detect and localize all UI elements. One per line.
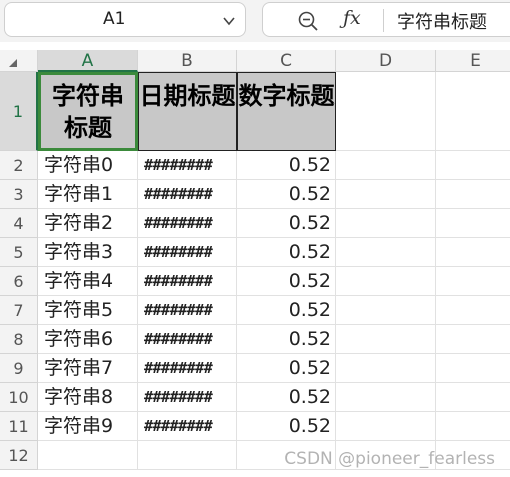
cell-b6[interactable]: ########: [138, 267, 237, 296]
cell-c2[interactable]: 0.52: [237, 151, 336, 180]
row-header-12[interactable]: 12: [0, 441, 38, 470]
row-header-8[interactable]: 8: [0, 325, 38, 354]
cell-d1[interactable]: [336, 72, 436, 151]
column-header-d[interactable]: D: [336, 50, 436, 72]
name-box[interactable]: A1: [4, 2, 246, 37]
cell-d7[interactable]: [336, 296, 436, 325]
cell-b12[interactable]: [138, 441, 237, 470]
row-header-3[interactable]: 3: [0, 180, 38, 209]
cell-a2[interactable]: 字符串0: [38, 151, 138, 180]
zoom-icon[interactable]: [297, 10, 319, 32]
cell-e8[interactable]: [436, 325, 510, 354]
cell-b3[interactable]: ########: [138, 180, 237, 209]
row-header-4[interactable]: 4: [0, 209, 38, 238]
cell-c3[interactable]: 0.52: [237, 180, 336, 209]
cell-b7[interactable]: ########: [138, 296, 237, 325]
cell-e9[interactable]: [436, 354, 510, 383]
cell-a3[interactable]: 字符串1: [38, 180, 138, 209]
header-cell-a[interactable]: 字符串标题: [38, 72, 138, 151]
cell-c5[interactable]: 0.52: [237, 238, 336, 267]
cell-c7[interactable]: 0.52: [237, 296, 336, 325]
cell-e7[interactable]: [436, 296, 510, 325]
cell-c10[interactable]: 0.52: [237, 383, 336, 412]
cell-d5[interactable]: [336, 238, 436, 267]
row-header-10[interactable]: 10: [0, 383, 38, 412]
cell-a5[interactable]: 字符串3: [38, 238, 138, 267]
cell-b4[interactable]: ########: [138, 209, 237, 238]
cell-e5[interactable]: [436, 238, 510, 267]
cell-b9[interactable]: ########: [138, 354, 237, 383]
cell-b8[interactable]: ########: [138, 325, 237, 354]
name-box-value: A1: [103, 9, 126, 29]
cell-d11[interactable]: [336, 412, 436, 441]
cell-c11[interactable]: 0.52: [237, 412, 336, 441]
cell-b11[interactable]: ########: [138, 412, 237, 441]
cell-a11[interactable]: 字符串9: [38, 412, 138, 441]
column-header-e[interactable]: E: [436, 50, 510, 72]
cell-e6[interactable]: [436, 267, 510, 296]
cell-c4[interactable]: 0.52: [237, 209, 336, 238]
cell-b5[interactable]: ########: [138, 238, 237, 267]
cell-a9[interactable]: 字符串7: [38, 354, 138, 383]
cell-a4[interactable]: 字符串2: [38, 209, 138, 238]
function-fx-icon[interactable]: ƒx: [343, 7, 361, 29]
cell-e4[interactable]: [436, 209, 510, 238]
cell-e3[interactable]: [436, 180, 510, 209]
cell-d9[interactable]: [336, 354, 436, 383]
cell-a7[interactable]: 字符串5: [38, 296, 138, 325]
cell-a12[interactable]: [38, 441, 138, 470]
column-header-a[interactable]: A: [38, 50, 138, 72]
row-header-2[interactable]: 2: [0, 151, 38, 180]
formula-divider: [383, 9, 384, 32]
cell-c8[interactable]: 0.52: [237, 325, 336, 354]
header-cell-c[interactable]: 数字标题: [237, 72, 336, 151]
row-header-9[interactable]: 9: [0, 354, 38, 383]
cell-b2[interactable]: ########: [138, 151, 237, 180]
formula-bar[interactable]: ƒx 字符串标题: [262, 2, 510, 37]
cell-e10[interactable]: [436, 383, 510, 412]
formula-toolbar: A1 ƒx 字符串标题: [0, 0, 510, 42]
header-cell-b[interactable]: 日期标题: [138, 72, 237, 151]
cell-c6[interactable]: 0.52: [237, 267, 336, 296]
chevron-down-icon[interactable]: [222, 14, 236, 28]
spreadsheet-grid[interactable]: A B C D E 1 2 字符串0 ######## 0.52 3 字符串1 ######## 0.52…: [0, 42, 510, 477]
cell-d10[interactable]: [336, 383, 436, 412]
row-header-1[interactable]: 1: [0, 72, 38, 151]
row-header-7[interactable]: 7: [0, 296, 38, 325]
cell-e11[interactable]: [436, 412, 510, 441]
select-all-triangle-icon: [9, 59, 17, 67]
cell-d6[interactable]: [336, 267, 436, 296]
formula-content[interactable]: 字符串标题: [397, 8, 487, 34]
cell-e2[interactable]: [436, 151, 510, 180]
row-header-6[interactable]: 6: [0, 267, 38, 296]
cell-e1[interactable]: [436, 72, 510, 151]
cell-b10[interactable]: ########: [138, 383, 237, 412]
column-header-c[interactable]: C: [237, 50, 336, 72]
cell-a10[interactable]: 字符串8: [38, 383, 138, 412]
select-all-corner[interactable]: [0, 50, 38, 72]
cell-d4[interactable]: [336, 209, 436, 238]
row-header-5[interactable]: 5: [0, 238, 38, 267]
cell-a6[interactable]: 字符串4: [38, 267, 138, 296]
cell-a8[interactable]: 字符串6: [38, 325, 138, 354]
column-header-b[interactable]: B: [138, 50, 237, 72]
cell-d3[interactable]: [336, 180, 436, 209]
cell-d2[interactable]: [336, 151, 436, 180]
watermark: CSDN @pioneer_fearless: [284, 449, 495, 469]
cell-c9[interactable]: 0.52: [237, 354, 336, 383]
cell-d8[interactable]: [336, 325, 436, 354]
row-header-11[interactable]: 11: [0, 412, 38, 441]
